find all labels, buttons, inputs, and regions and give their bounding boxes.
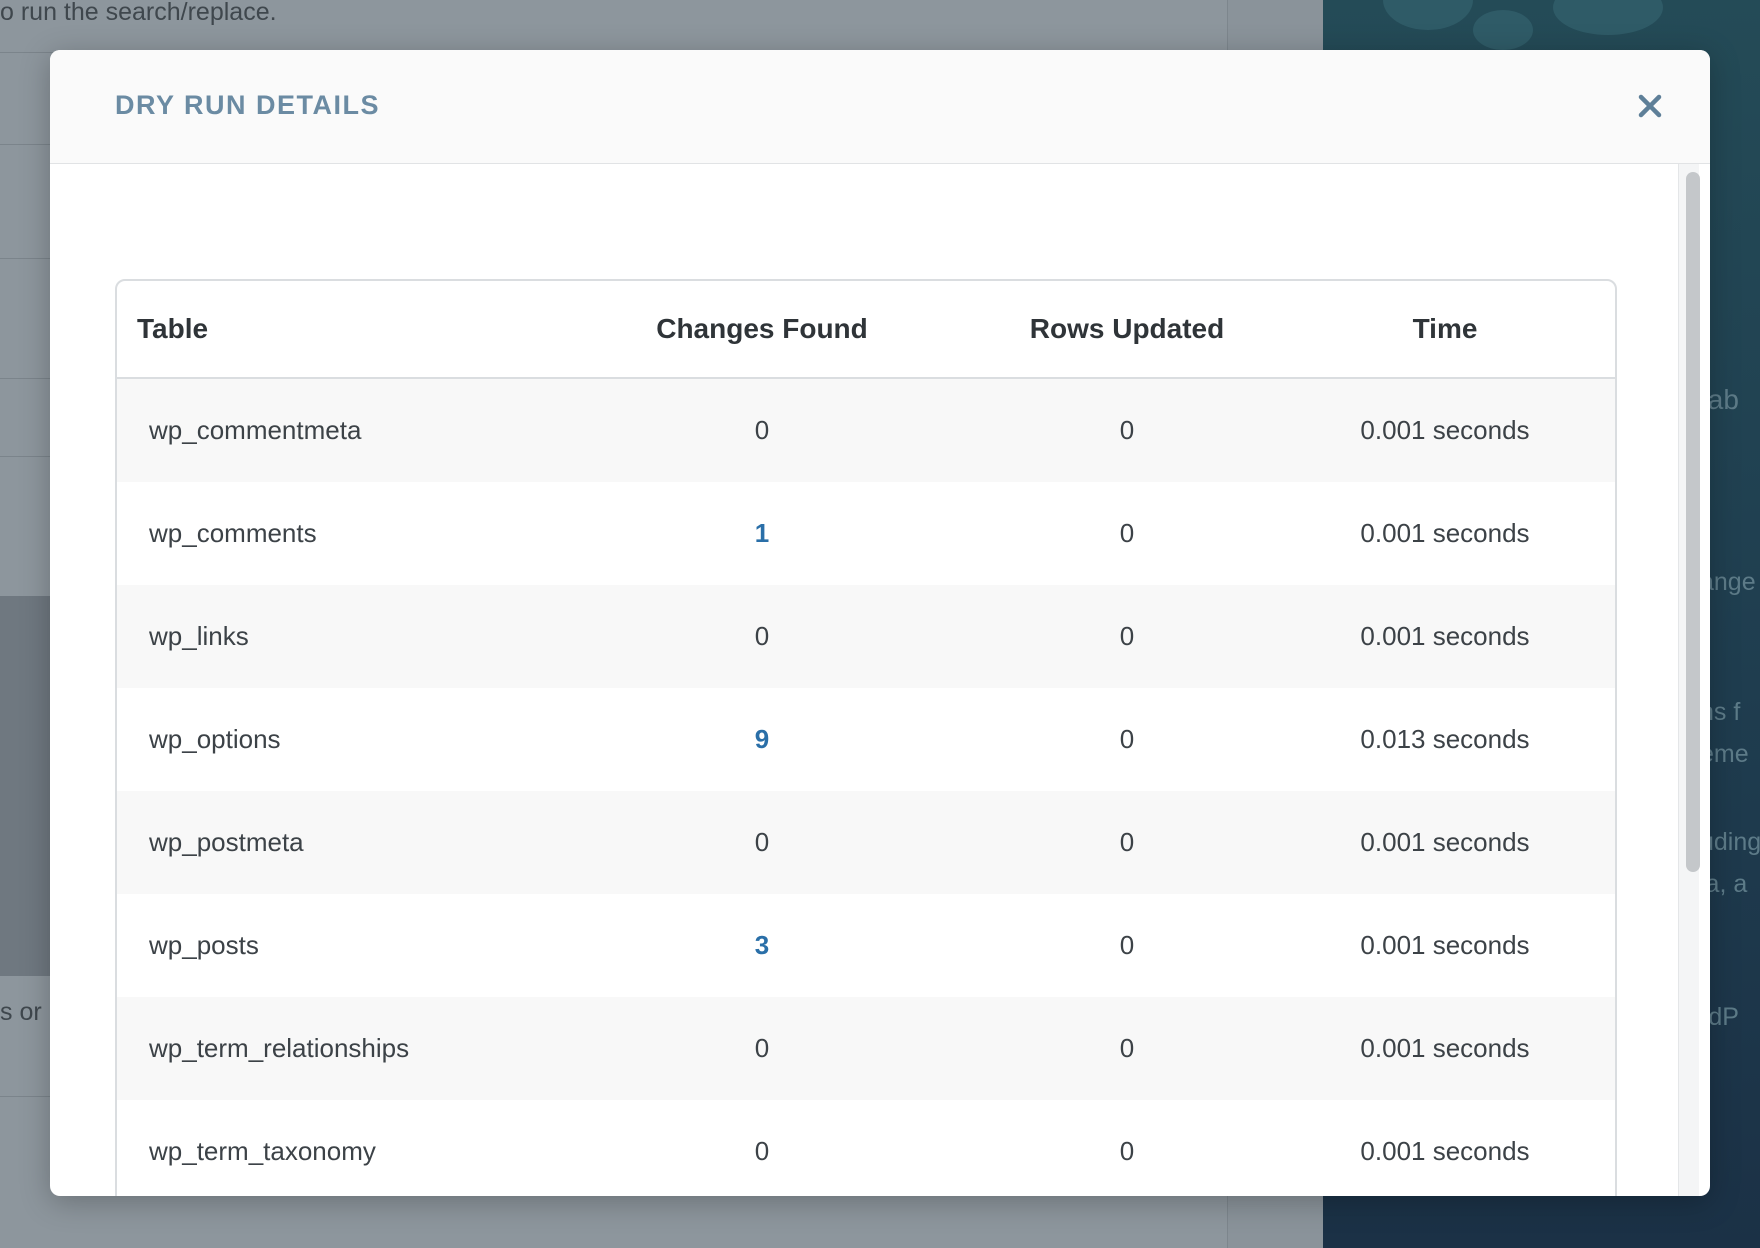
decorative-shape bbox=[1553, 0, 1663, 35]
table-row: wp_term_taxonomy 0 0 0.001 seconds bbox=[117, 1100, 1615, 1196]
cell-time: 0.001 seconds bbox=[1360, 1136, 1530, 1166]
modal-header: DRY RUN DETAILS bbox=[50, 50, 1710, 164]
cell-changes-found: 0 bbox=[754, 1136, 770, 1166]
background-instruction-text: o run the search/replace. bbox=[0, 0, 277, 26]
column-header-time: Time bbox=[1412, 313, 1478, 344]
modal-title: DRY RUN DETAILS bbox=[115, 90, 381, 120]
cell-table-name: wp_commentmeta bbox=[149, 415, 362, 445]
cell-time: 0.013 seconds bbox=[1360, 724, 1530, 754]
cell-rows-updated: 0 bbox=[1119, 930, 1135, 960]
cell-changes-found: 0 bbox=[754, 621, 770, 651]
cell-rows-updated: 0 bbox=[1119, 724, 1135, 754]
column-header-table: Table bbox=[137, 313, 209, 344]
table-row: wp_commentmeta 0 0 0.001 seconds bbox=[117, 379, 1615, 482]
cell-rows-updated: 0 bbox=[1119, 1033, 1135, 1063]
cell-table-name: wp_term_relationships bbox=[149, 1033, 410, 1063]
table-row: wp_term_relationships 0 0 0.001 seconds bbox=[117, 997, 1615, 1100]
changes-found-link[interactable]: 9 bbox=[547, 688, 977, 791]
cell-rows-updated: 0 bbox=[1119, 1136, 1135, 1166]
cell-time: 0.001 seconds bbox=[1360, 827, 1530, 857]
background-text-fragment: s or bbox=[0, 998, 42, 1026]
modal-body[interactable]: Table Changes Found Rows Updated Time wp… bbox=[50, 164, 1710, 1196]
cell-table-name: wp_comments bbox=[149, 518, 317, 548]
cell-time: 0.001 seconds bbox=[1360, 930, 1530, 960]
cell-time: 0.001 seconds bbox=[1360, 518, 1530, 548]
cell-time: 0.001 seconds bbox=[1360, 1033, 1530, 1063]
cell-rows-updated: 0 bbox=[1119, 415, 1135, 445]
changes-found-link[interactable]: 1 bbox=[547, 482, 977, 585]
cell-table-name: wp_term_taxonomy bbox=[149, 1136, 376, 1166]
column-header-rows-updated: Rows Updated bbox=[1029, 313, 1225, 344]
cell-table-name: wp_links bbox=[149, 621, 249, 651]
cell-table-name: wp_postmeta bbox=[149, 827, 304, 857]
cell-table-name: wp_posts bbox=[149, 930, 259, 960]
table-row: wp_postmeta 0 0 0.001 seconds bbox=[117, 791, 1615, 894]
close-icon bbox=[1638, 94, 1662, 118]
dry-run-results-table: Table Changes Found Rows Updated Time wp… bbox=[115, 279, 1617, 1196]
decorative-shape bbox=[1473, 10, 1533, 50]
decorative-shape bbox=[1383, 0, 1473, 30]
cell-rows-updated: 0 bbox=[1119, 827, 1135, 857]
dry-run-details-modal: DRY RUN DETAILS Table Changes Found Rows… bbox=[50, 50, 1710, 1196]
table-row: wp_comments 1 0 0.001 seconds bbox=[117, 482, 1615, 585]
table-row: wp_links 0 0 0.001 seconds bbox=[117, 585, 1615, 688]
table-row: wp_options 9 0 0.013 seconds bbox=[117, 688, 1615, 791]
table-header-row: Table Changes Found Rows Updated Time bbox=[117, 281, 1615, 379]
cell-changes-found: 0 bbox=[754, 1033, 770, 1063]
cell-time: 0.001 seconds bbox=[1360, 621, 1530, 651]
changes-found-link[interactable]: 3 bbox=[547, 894, 977, 997]
cell-changes-found: 0 bbox=[754, 415, 770, 445]
scrollbar-thumb[interactable] bbox=[1686, 172, 1700, 872]
cell-changes-found: 0 bbox=[754, 827, 770, 857]
cell-time: 0.001 seconds bbox=[1360, 415, 1530, 445]
cell-rows-updated: 0 bbox=[1119, 621, 1135, 651]
close-button[interactable] bbox=[1630, 86, 1670, 126]
cell-rows-updated: 0 bbox=[1119, 518, 1135, 548]
cell-table-name: wp_options bbox=[149, 724, 281, 754]
column-header-changes-found: Changes Found bbox=[656, 313, 868, 344]
table-row: wp_posts 3 0 0.001 seconds bbox=[117, 894, 1615, 997]
